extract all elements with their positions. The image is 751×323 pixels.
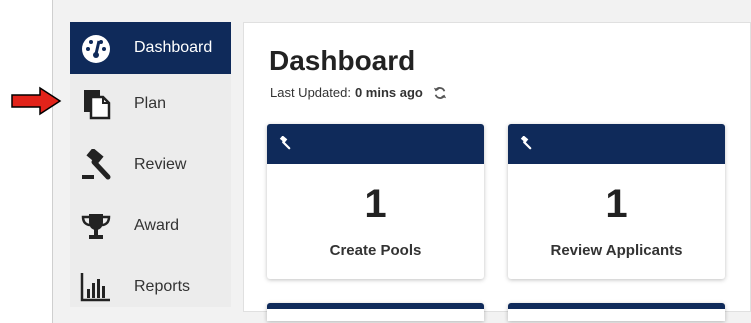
main-panel: Dashboard Last Updated: 0 mins ago 1 Cre…: [243, 22, 751, 321]
sidebar-item-label: Award: [134, 217, 180, 234]
card-create-pools[interactable]: 1 Create Pools: [267, 124, 484, 279]
sidebar-item-dashboard[interactable]: Dashboard: [70, 22, 231, 74]
sidebar-item-label: Dashboard: [134, 39, 213, 56]
card-caption: Review Applicants: [550, 242, 683, 259]
copy-document-icon: [78, 86, 114, 122]
gavel-icon: [78, 147, 114, 183]
refresh-icon[interactable]: [433, 86, 447, 100]
sidebar-item-plan[interactable]: Plan: [70, 78, 231, 130]
dashboard-gauge-icon: [78, 30, 114, 66]
card-header: [508, 124, 725, 164]
last-updated-label: Last Updated:: [270, 85, 351, 100]
sidebar-item-reports[interactable]: Reports: [70, 261, 231, 313]
sidebar-item-label: Plan: [134, 95, 167, 112]
page-title: Dashboard: [269, 45, 416, 76]
last-updated: Last Updated: 0 mins ago: [270, 85, 447, 100]
gavel-icon: [277, 135, 291, 155]
card-partial[interactable]: [267, 303, 484, 321]
sidebar: Dashboard Plan Review Award Reports: [70, 22, 231, 307]
card-count: 1: [605, 182, 628, 226]
sidebar-item-label: Review: [134, 156, 187, 173]
sidebar-item-label: Reports: [134, 278, 191, 295]
card-review-applicants[interactable]: 1 Review Applicants: [508, 124, 725, 279]
trophy-icon: [78, 208, 114, 244]
sidebar-item-review[interactable]: Review: [70, 139, 231, 191]
card-count: 1: [364, 182, 387, 226]
sidebar-item-award[interactable]: Award: [70, 200, 231, 252]
card-header: [267, 124, 484, 164]
card-caption: Create Pools: [329, 242, 422, 259]
red-arrow-annotation-icon: [11, 86, 62, 116]
bar-chart-icon: [78, 269, 114, 305]
gavel-icon: [518, 135, 532, 155]
last-updated-value: 0 mins ago: [354, 85, 423, 100]
card-partial[interactable]: [508, 303, 725, 321]
